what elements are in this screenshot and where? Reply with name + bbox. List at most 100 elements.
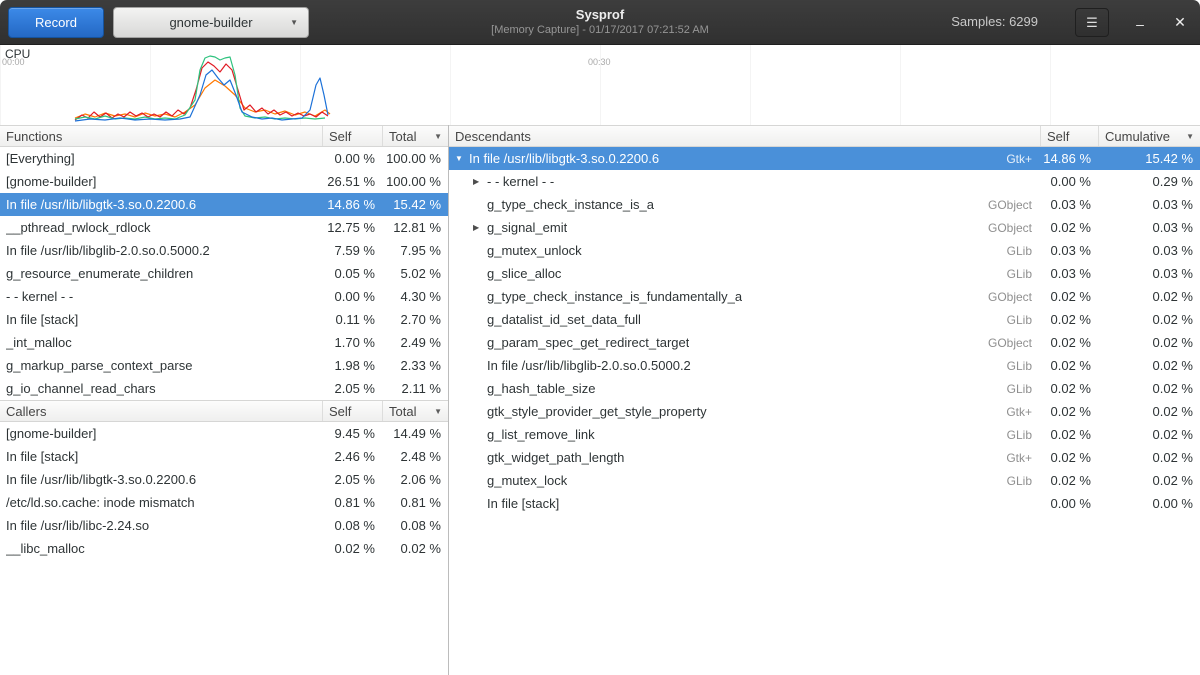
- function-name: _int_malloc: [6, 335, 72, 350]
- callers-table-body: [gnome-builder]9.45 %14.49 %In file [sta…: [0, 422, 448, 560]
- table-row[interactable]: __libc_malloc0.02 %0.02 %: [0, 537, 448, 560]
- table-row[interactable]: __pthread_rwlock_rdlock12.75 %12.81 %: [0, 216, 448, 239]
- expander-icon[interactable]: ▼: [455, 154, 469, 163]
- function-name: gtk_style_provider_get_style_property: [487, 404, 707, 419]
- table-row[interactable]: In file /usr/lib/libgtk-3.so.0.2200.62.0…: [0, 468, 448, 491]
- cumulative-percent: 0.00 %: [1098, 496, 1200, 511]
- menu-button[interactable]: ☰: [1075, 8, 1109, 37]
- self-percent: 26.51 %: [322, 174, 382, 189]
- sort-arrow-icon: ▼: [1186, 132, 1194, 141]
- total-percent: 2.70 %: [382, 312, 448, 327]
- function-name: [Everything]: [6, 151, 75, 166]
- tree-row[interactable]: In file [stack]0.00 %0.00 %: [449, 492, 1200, 515]
- table-row[interactable]: In file /usr/lib/libgtk-3.so.0.2200.6 14.…: [0, 193, 448, 216]
- self-percent: 0.02 %: [1040, 427, 1098, 442]
- tree-row[interactable]: g_type_check_instance_is_aGObject0.03 %0…: [449, 193, 1200, 216]
- table-row[interactable]: - - kernel - -0.00 %4.30 %: [0, 285, 448, 308]
- tree-row[interactable]: g_datalist_id_set_data_fullGLib0.02 %0.0…: [449, 308, 1200, 331]
- record-button[interactable]: Record: [8, 7, 104, 38]
- function-name: g_signal_emit: [487, 220, 567, 235]
- table-row[interactable]: In file /usr/lib/libglib-2.0.so.0.5000.2…: [0, 239, 448, 262]
- table-row[interactable]: g_resource_enumerate_children0.05 %5.02 …: [0, 262, 448, 285]
- descendants-table-header: Descendants Self Cumulative ▼: [449, 125, 1200, 147]
- cumulative-percent: 0.02 %: [1098, 312, 1200, 327]
- total-percent: 0.02 %: [382, 541, 448, 556]
- self-percent: 14.86 %: [322, 197, 382, 212]
- library-label: GLib: [999, 359, 1034, 373]
- function-name: [gnome-builder]: [6, 174, 96, 189]
- table-row[interactable]: _int_malloc1.70 %2.49 %: [0, 331, 448, 354]
- table-row[interactable]: /etc/ld.so.cache: inode mismatch0.81 %0.…: [0, 491, 448, 514]
- tree-row[interactable]: ▼In file /usr/lib/libgtk-3.so.0.2200.6Gt…: [449, 147, 1200, 170]
- column-header-total[interactable]: Total ▼: [382, 126, 448, 146]
- function-name: In file /usr/lib/libglib-2.0.so.0.5000.2: [6, 243, 210, 258]
- column-header-self[interactable]: Self: [1040, 126, 1098, 146]
- column-label: Total: [389, 129, 416, 144]
- right-pane: Descendants Self Cumulative▼ ▼In file /u…: [449, 125, 1200, 675]
- total-percent: 100.00 %: [382, 174, 448, 189]
- tree-row[interactable]: gtk_widget_path_lengthGtk+0.02 %0.02 %: [449, 446, 1200, 469]
- tree-row[interactable]: g_list_remove_linkGLib0.02 %0.02 %: [449, 423, 1200, 446]
- total-percent: 5.02 %: [382, 266, 448, 281]
- library-label: GLib: [999, 428, 1034, 442]
- time-tick-label: 00:30: [588, 57, 611, 67]
- cumulative-percent: 0.02 %: [1098, 358, 1200, 373]
- table-row[interactable]: g_markup_parse_context_parse1.98 %2.33 %: [0, 354, 448, 377]
- table-row[interactable]: In file [stack]0.11 %2.70 %: [0, 308, 448, 331]
- column-label: Self: [329, 404, 351, 419]
- tree-row[interactable]: g_slice_allocGLib0.03 %0.03 %: [449, 262, 1200, 285]
- column-label: Self: [1047, 129, 1069, 144]
- tree-row[interactable]: g_mutex_lockGLib0.02 %0.02 %: [449, 469, 1200, 492]
- expander-icon[interactable]: ▶: [473, 223, 487, 232]
- left-pane: Functions Self Total ▼ [Everything]0.00 %…: [0, 125, 449, 675]
- column-header-cumulative[interactable]: Cumulative ▼: [1098, 126, 1200, 146]
- table-row[interactable]: g_io_channel_read_chars2.05 %2.11 %: [0, 377, 448, 400]
- column-header-self[interactable]: Self: [322, 401, 382, 421]
- expander-icon[interactable]: ▶: [473, 177, 487, 186]
- table-row[interactable]: [gnome-builder]9.45 %14.49 %: [0, 422, 448, 445]
- self-percent: 0.02 %: [1040, 473, 1098, 488]
- descendants-table-body: ▼In file /usr/lib/libgtk-3.so.0.2200.6Gt…: [449, 147, 1200, 515]
- column-header-functions[interactable]: Functions: [0, 126, 322, 146]
- function-name: g_datalist_id_set_data_full: [487, 312, 641, 327]
- tree-row[interactable]: In file /usr/lib/libglib-2.0.so.0.5000.2…: [449, 354, 1200, 377]
- window-title-box: Sysprof [Memory Capture] - 01/17/2017 07…: [320, 6, 880, 37]
- minimize-button[interactable]: –: [1128, 11, 1152, 35]
- library-label: Gtk+: [998, 152, 1034, 166]
- column-header-callers[interactable]: Callers: [0, 401, 322, 421]
- table-row[interactable]: [Everything]0.00 %100.00 %: [0, 147, 448, 170]
- close-button[interactable]: ✕: [1168, 11, 1192, 35]
- self-percent: 0.02 %: [1040, 335, 1098, 350]
- tree-row[interactable]: ▶g_signal_emitGObject0.02 %0.03 %: [449, 216, 1200, 239]
- table-row[interactable]: In file /usr/lib/libc-2.24.so0.08 %0.08 …: [0, 514, 448, 537]
- tree-row[interactable]: gtk_style_provider_get_style_propertyGtk…: [449, 400, 1200, 423]
- column-header-descendants[interactable]: Descendants: [449, 126, 1040, 146]
- process-selector-dropdown[interactable]: gnome-builder ▼: [113, 7, 309, 38]
- library-label: GLib: [999, 244, 1034, 258]
- sort-arrow-icon: ▼: [434, 132, 442, 141]
- tree-row[interactable]: g_param_spec_get_redirect_targetGObject0…: [449, 331, 1200, 354]
- tree-row[interactable]: ▶- - kernel - -0.00 %0.29 %: [449, 170, 1200, 193]
- cumulative-percent: 0.03 %: [1098, 266, 1200, 281]
- tree-row[interactable]: g_mutex_unlockGLib0.03 %0.03 %: [449, 239, 1200, 262]
- chevron-down-icon: ▼: [290, 8, 298, 37]
- cpu-graph[interactable]: CPU 00:00 00:30: [0, 45, 1200, 125]
- function-name: g_resource_enumerate_children: [6, 266, 193, 281]
- total-percent: 2.11 %: [382, 381, 448, 396]
- functions-table-body: [Everything]0.00 %100.00 %[gnome-builder…: [0, 147, 448, 400]
- functions-table-header: Functions Self Total ▼: [0, 125, 448, 147]
- table-row[interactable]: [gnome-builder] 26.51 %100.00 %: [0, 170, 448, 193]
- self-percent: 0.02 %: [1040, 450, 1098, 465]
- column-label: Self: [329, 129, 351, 144]
- table-row[interactable]: In file [stack]2.46 %2.48 %: [0, 445, 448, 468]
- sort-arrow-icon: ▼: [434, 407, 442, 416]
- column-header-self[interactable]: Self: [322, 126, 382, 146]
- function-name: In file /usr/lib/libgtk-3.so.0.2200.6: [6, 197, 196, 212]
- total-percent: 4.30 %: [382, 289, 448, 304]
- column-label: Cumulative: [1105, 129, 1170, 144]
- tree-row[interactable]: g_hash_table_sizeGLib0.02 %0.02 %: [449, 377, 1200, 400]
- column-header-total[interactable]: Total▼: [382, 401, 448, 421]
- self-percent: 0.03 %: [1040, 197, 1098, 212]
- function-name: - - kernel - -: [487, 174, 554, 189]
- tree-row[interactable]: g_type_check_instance_is_fundamentally_a…: [449, 285, 1200, 308]
